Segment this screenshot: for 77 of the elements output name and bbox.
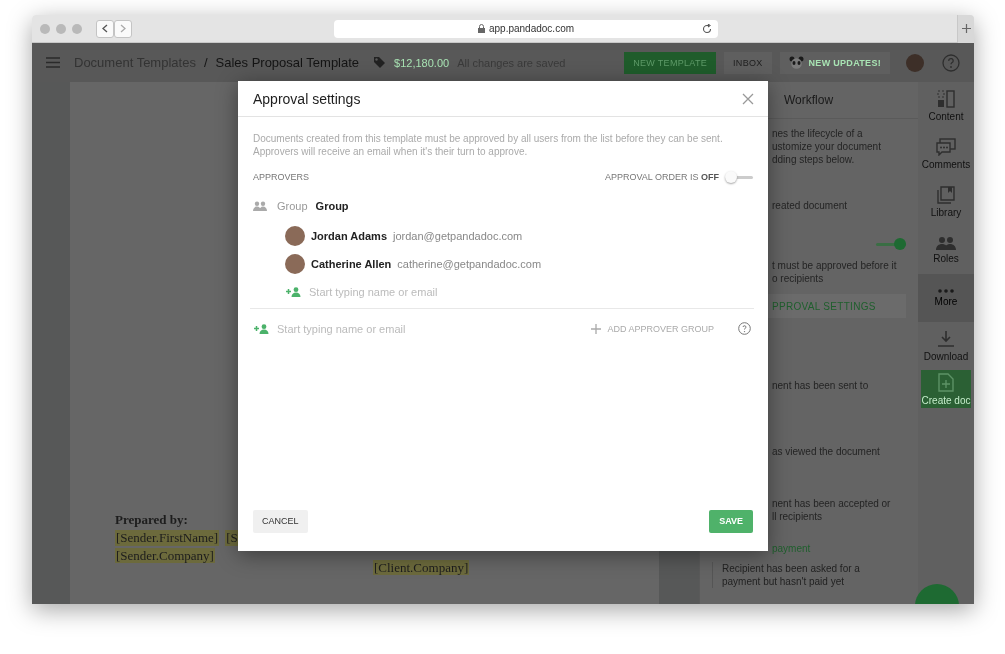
- approver-name: Catherine Allen: [311, 258, 392, 270]
- menu-icon[interactable]: [46, 57, 60, 68]
- window-zoom-button[interactable]: [72, 23, 82, 34]
- help-icon[interactable]: [738, 322, 751, 335]
- comments-icon: [936, 138, 956, 156]
- approval-order-toggle[interactable]: [725, 171, 753, 183]
- address-bar[interactable]: app.pandadoc.com: [334, 19, 718, 38]
- window-minimize-button[interactable]: [56, 23, 66, 34]
- help-icon[interactable]: [942, 53, 960, 72]
- merge-field[interactable]: [Sender.Company]: [115, 548, 215, 563]
- add-person-icon: [286, 287, 301, 297]
- cancel-button[interactable]: CANCEL: [253, 509, 308, 533]
- breadcrumb-separator: /: [203, 55, 208, 70]
- new-tab-button[interactable]: [957, 15, 974, 43]
- close-icon[interactable]: [742, 92, 754, 105]
- new-document-icon: [938, 372, 954, 392]
- template-title: Sales Proposal Template: [215, 55, 360, 70]
- people-icon: [936, 236, 956, 250]
- group-name: Group: [315, 200, 349, 212]
- approval-order-label: APPROVAL ORDER IS OFF: [604, 172, 719, 182]
- download-icon: [937, 330, 955, 348]
- add-approver-group-button[interactable]: ADD APPROVER GROUP: [591, 323, 714, 334]
- workflow-text: nent has been accepted or: [772, 497, 892, 510]
- sidebar-tab[interactable]: More: [918, 274, 974, 322]
- sidebar-tab[interactable]: Download: [918, 322, 974, 370]
- plus-icon: [591, 323, 602, 334]
- group-label: Group: [277, 200, 308, 212]
- workflow-text: nent has been sent to: [772, 379, 870, 392]
- approvers-label: APPROVERS: [253, 172, 310, 182]
- avatar: [285, 254, 305, 274]
- workflow-text: ustomize your document: [772, 140, 882, 153]
- approver-input[interactable]: Start typing name or email: [277, 322, 497, 335]
- sidebar-tab[interactable]: Roles: [918, 226, 974, 274]
- group-icon: [253, 201, 267, 211]
- back-button[interactable]: [96, 19, 114, 38]
- dialog-title: Approval settings: [253, 90, 361, 107]
- updates-button[interactable]: NEW UPDATES!: [779, 51, 890, 74]
- sidebar-tab[interactable]: Content: [918, 82, 974, 130]
- workflow-text: dding steps below.: [772, 153, 856, 166]
- approver-input[interactable]: Start typing name or email: [309, 286, 529, 298]
- workflow-text: reated document: [772, 199, 849, 212]
- dialog-description: Documents created from this template must be approved by all users from the list before they can be sent. Approvers will receive an email when it's their turn to approve.: [253, 132, 724, 158]
- panel-title: Workflow: [784, 93, 834, 107]
- approver-name: Jordan Adams: [311, 230, 387, 242]
- workflow-text: Recipient has been asked for a: [722, 562, 861, 575]
- avatar: [285, 226, 305, 246]
- approver-email: catherine@getpandadoc.com: [397, 258, 542, 270]
- step-title: payment: [772, 543, 811, 554]
- more-icon: [938, 289, 954, 293]
- window-close-button[interactable]: [40, 23, 50, 34]
- book-icon: [937, 186, 955, 204]
- lock-icon: [477, 24, 485, 33]
- user-avatar[interactable]: [906, 53, 924, 72]
- chevron-right-icon: [120, 24, 126, 33]
- workflow-text: nes the lifecycle of a: [772, 127, 864, 140]
- sidebar-tab[interactable]: Create doc: [921, 370, 971, 408]
- panda-icon: [788, 56, 804, 69]
- merge-field[interactable]: [Sender.FirstName]: [115, 530, 220, 546]
- merge-field[interactable]: [S: [225, 530, 239, 546]
- save-button[interactable]: SAVE: [709, 509, 753, 533]
- approver-email: jordan@getpandadoc.com: [393, 230, 523, 242]
- sidebar-tab[interactable]: Library: [918, 178, 974, 226]
- layout-icon: [937, 90, 955, 108]
- reload-icon[interactable]: [702, 23, 712, 34]
- chevron-left-icon: [102, 24, 108, 33]
- add-person-icon: [254, 323, 269, 334]
- merge-field[interactable]: [Client.Company]: [373, 560, 470, 575]
- toggle-switch[interactable]: [876, 238, 906, 250]
- plus-icon: [961, 24, 971, 33]
- price-total: $12,180.00: [394, 56, 450, 69]
- workflow-text: payment but hasn't paid yet: [722, 575, 845, 588]
- prepared-by-label: Prepared by:: [115, 512, 188, 528]
- forward-button[interactable]: [114, 19, 132, 38]
- new-template-button[interactable]: NEW TEMPLATE: [624, 51, 717, 74]
- inbox-button[interactable]: INBOX: [724, 51, 772, 74]
- tag-icon: [373, 56, 387, 69]
- sidebar-tab[interactable]: Comments: [918, 130, 974, 178]
